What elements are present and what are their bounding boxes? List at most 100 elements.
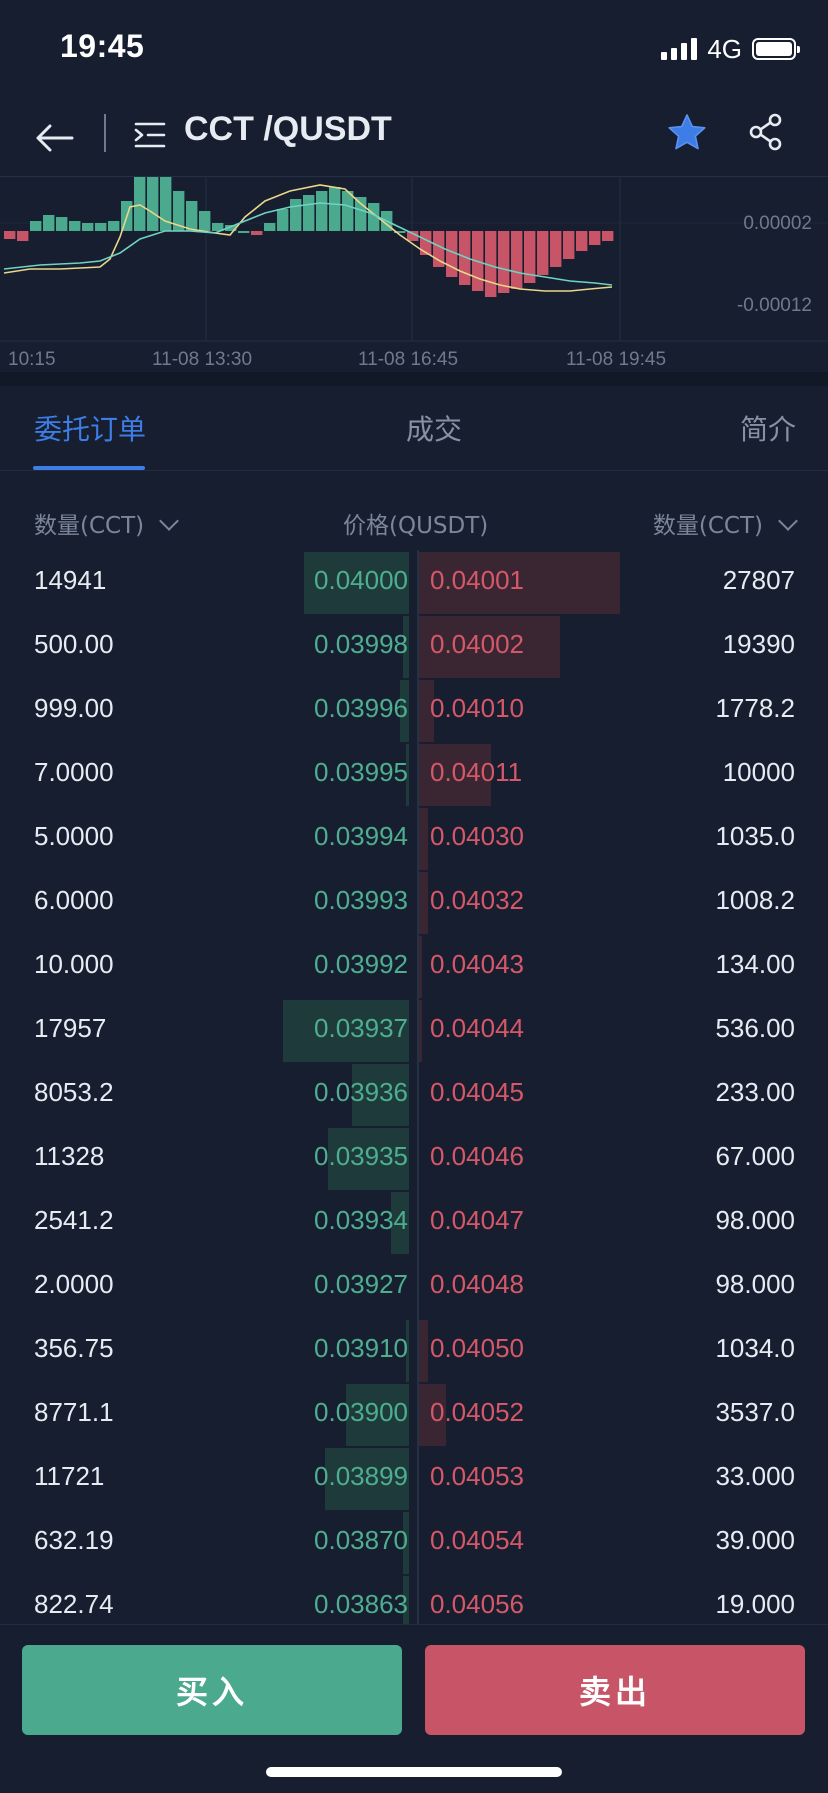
sell-button[interactable]: 卖出: [425, 1645, 805, 1735]
ask-price: 0.04045: [430, 1077, 524, 1107]
ask-price: 0.04048: [430, 1269, 524, 1299]
bid-quantity: 999.00: [34, 693, 114, 723]
ask-price: 0.04052: [430, 1397, 524, 1427]
bid-quantity: 14941: [34, 565, 107, 595]
macd-histogram-bar: [30, 221, 42, 231]
macd-histogram-bar: [537, 231, 549, 275]
ask-price: 0.04053: [430, 1461, 524, 1491]
orderbook-row[interactable]: 10.000 0.03992 0.04043 134.00: [0, 934, 828, 998]
macd-histogram-bar: [251, 231, 263, 235]
orderbook-row[interactable]: 8771.1 0.03900 0.04052 3537.0: [0, 1382, 828, 1446]
macd-histogram-bar: [589, 231, 601, 245]
header-divider: [104, 114, 106, 152]
macd-histogram-bar: [69, 221, 81, 231]
bid-price: 0.03994: [314, 821, 408, 851]
bid-quantity: 6.0000: [34, 885, 114, 915]
ask-quantity: 3537.0: [715, 1397, 795, 1427]
ask-price: 0.04002: [430, 629, 524, 659]
chevron-down-icon: [159, 511, 180, 531]
ask-price: 0.04010: [430, 693, 524, 723]
ask-price: 0.04044: [430, 1013, 524, 1043]
orderbook-row[interactable]: 11721 0.03899 0.04053 33.000: [0, 1446, 828, 1510]
bid-qty-column-header[interactable]: 数量(CCT): [34, 506, 180, 540]
orderbook-row[interactable]: 7.0000 0.03995 0.04011 10000: [0, 742, 828, 806]
ask-quantity: 1034.0: [715, 1333, 795, 1363]
bid-price: 0.03910: [314, 1333, 408, 1363]
ask-price: 0.04001: [430, 565, 524, 595]
orderbook-row[interactable]: 356.75 0.03910 0.04050 1034.0: [0, 1318, 828, 1382]
orderbook-row[interactable]: 2541.2 0.03934 0.04047 98.000: [0, 1190, 828, 1254]
orderbook-row[interactable]: 5.0000 0.03994 0.04030 1035.0: [0, 806, 828, 870]
bid-quantity: 7.0000: [34, 757, 114, 787]
bid-price: 0.03998: [314, 629, 408, 659]
bid-price: 0.03899: [314, 1461, 408, 1491]
bid-quantity: 17957: [34, 1013, 107, 1043]
tab-trades[interactable]: 成交: [406, 408, 462, 448]
ask-quantity: 536.00: [715, 1013, 795, 1043]
tab-bar: 委托订单 成交 简介: [0, 386, 828, 471]
bid-price: 0.03900: [314, 1397, 408, 1427]
bid-quantity: 8053.2: [34, 1077, 114, 1107]
section-divider: [0, 372, 828, 386]
home-indicator[interactable]: [266, 1767, 562, 1777]
macd-histogram-bar: [108, 221, 120, 231]
chart-x-label: 10:15: [8, 349, 56, 370]
macd-histogram-bar: [82, 223, 94, 231]
status-indicators: 4G: [661, 34, 800, 64]
bid-price: 0.04000: [314, 565, 408, 595]
chart-x-label: 11-08 13:30: [152, 349, 252, 370]
ask-depth-bar: [419, 808, 428, 870]
header: CCT /QUSDT: [0, 100, 828, 176]
macd-histogram-bar: [316, 191, 328, 231]
ask-price: 0.04046: [430, 1141, 524, 1171]
ask-depth-bar: [419, 1000, 422, 1062]
tab-intro[interactable]: 简介: [740, 408, 796, 448]
orderbook-row[interactable]: 14941 0.04000 0.04001 27807: [0, 550, 828, 614]
orderbook-row[interactable]: 2.0000 0.03927 0.04048 98.000: [0, 1254, 828, 1318]
buy-button[interactable]: 买入: [22, 1645, 402, 1735]
orderbook-row[interactable]: 6.0000 0.03993 0.04032 1008.2: [0, 870, 828, 934]
macd-histogram-bar: [355, 197, 367, 231]
orderbook-row[interactable]: 632.19 0.03870 0.04054 39.000: [0, 1510, 828, 1574]
orderbook-row[interactable]: 11328 0.03935 0.04046 67.000: [0, 1126, 828, 1190]
orderbook-row[interactable]: 17957 0.03937 0.04044 536.00: [0, 998, 828, 1062]
tab-orders[interactable]: 委托订单: [34, 408, 146, 448]
bid-quantity: 500.00: [34, 629, 114, 659]
macd-histogram-bar: [134, 177, 146, 231]
ask-price: 0.04054: [430, 1525, 524, 1555]
battery-icon: [752, 38, 800, 60]
ask-price: 0.04043: [430, 949, 524, 979]
macd-histogram-bar: [303, 195, 315, 231]
macd-histogram-bar: [186, 201, 198, 231]
macd-histogram-bar: [264, 223, 276, 231]
chart-y-label: -0.00012: [737, 295, 812, 316]
macd-histogram-bar: [277, 209, 289, 231]
macd-histogram-bar: [56, 217, 68, 231]
ask-qty-column-header[interactable]: 数量(CCT): [653, 506, 798, 540]
pair-title[interactable]: CCT /QUSDT: [184, 110, 392, 149]
back-arrow-icon[interactable]: [32, 116, 76, 160]
indicator-chart[interactable]: 0.00002 -0.00012 10:15 11-08 13:30 11-08…: [0, 176, 828, 373]
favorite-star-icon[interactable]: [666, 112, 708, 154]
bid-price: 0.03936: [314, 1077, 408, 1107]
chart-x-label: 11-08 16:45: [358, 349, 458, 370]
bid-price: 0.03870: [314, 1525, 408, 1555]
market-list-icon[interactable]: [134, 118, 168, 152]
orderbook-row[interactable]: 8053.2 0.03936 0.04045 233.00: [0, 1062, 828, 1126]
bid-qty-header-label: 数量(CCT): [34, 513, 145, 539]
macd-histogram-bar: [290, 199, 302, 231]
macd-histogram-bar: [147, 177, 159, 231]
macd-histogram-bar: [199, 211, 211, 231]
bid-price: 0.03863: [314, 1589, 408, 1619]
ask-price: 0.04056: [430, 1589, 524, 1619]
orderbook-row[interactable]: 822.74 0.03863 0.04056 19.000: [0, 1574, 828, 1624]
ask-price: 0.04047: [430, 1205, 524, 1235]
bid-quantity: 11328: [34, 1141, 105, 1171]
chevron-down-icon: [778, 511, 798, 531]
orderbook-row[interactable]: 500.00 0.03998 0.04002 19390: [0, 614, 828, 678]
signal-icon: [661, 38, 698, 60]
chart-y-label: 0.00002: [743, 213, 812, 234]
orderbook-row[interactable]: 999.00 0.03996 0.04010 1778.2: [0, 678, 828, 742]
share-icon[interactable]: [748, 112, 784, 152]
ask-quantity: 1778.2: [715, 693, 795, 723]
